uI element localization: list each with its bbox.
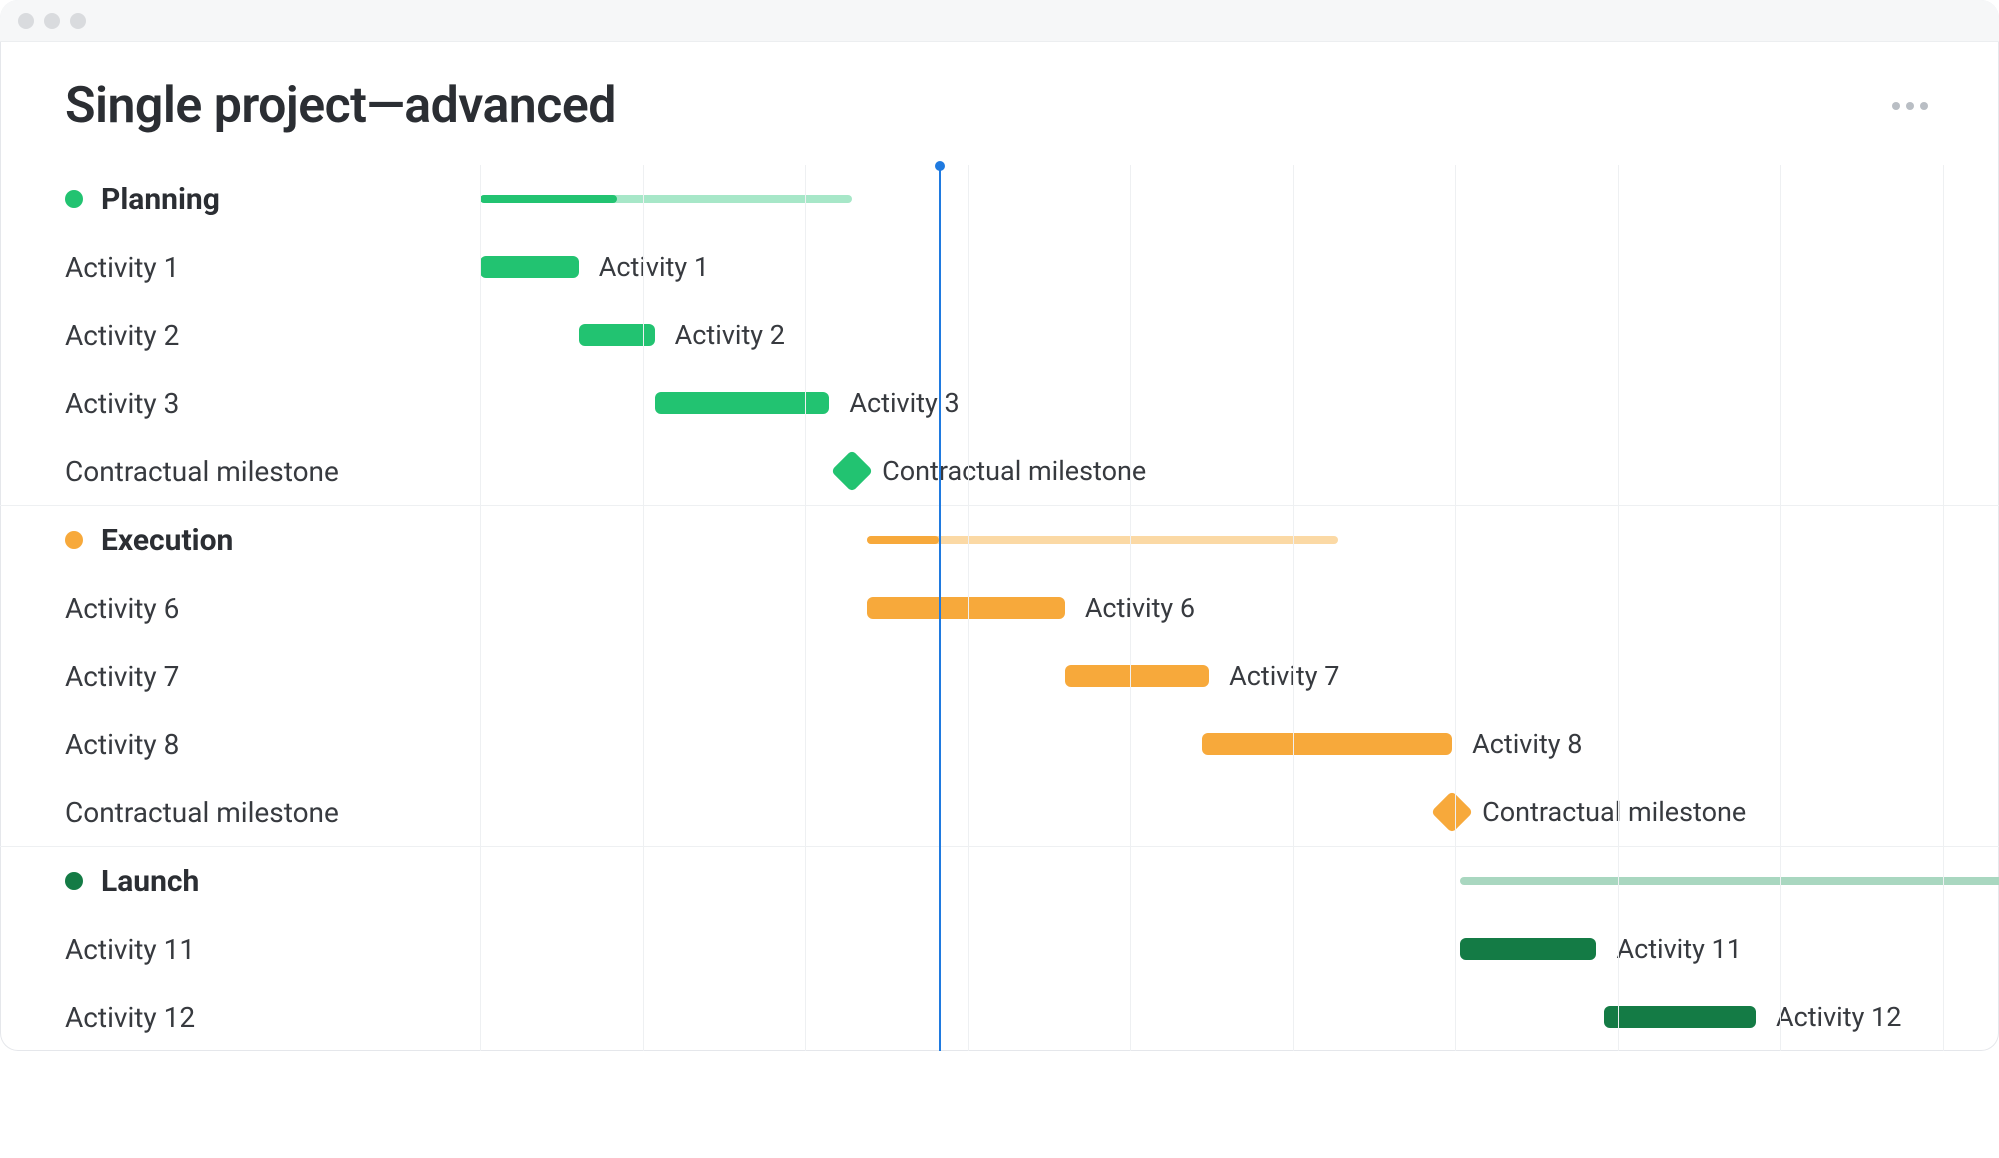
milestone-diamond-icon[interactable] xyxy=(831,450,873,492)
row-track: Contractual milestone xyxy=(480,778,1999,846)
row-track: Activity 11 xyxy=(480,915,1999,983)
row-label: Activity 12 xyxy=(0,1001,480,1034)
app-window: Single project—advanced Planning Activity… xyxy=(0,0,1999,1051)
gantt-row: Contractual milestone Contractual milesto… xyxy=(0,778,1999,846)
row-label: Activity 3 xyxy=(0,387,480,420)
row-label: Contractual milestone xyxy=(0,455,480,488)
more-options-button[interactable] xyxy=(1886,96,1934,116)
summary-progress xyxy=(867,536,938,544)
row-label: Activity 7 xyxy=(0,660,480,693)
row-label-text: Activity 12 xyxy=(65,1001,195,1034)
row-track: Activity 6 xyxy=(480,574,1999,642)
activity-bar-label: Activity 1 xyxy=(599,251,709,283)
row-label: Activity 11 xyxy=(0,933,480,966)
section-header-launch[interactable]: Launch xyxy=(0,847,1999,915)
row-label-text: Activity 3 xyxy=(65,387,179,420)
activity-bar-label: Activity 7 xyxy=(1229,660,1339,692)
ellipsis-dot-icon xyxy=(1906,102,1914,110)
gantt-row: Contractual milestone Contractual milesto… xyxy=(0,437,1999,505)
activity-bar-label: Activity 6 xyxy=(1085,592,1195,624)
row-label-text: Contractual milestone xyxy=(65,796,339,829)
activity-bar[interactable] xyxy=(867,597,1064,619)
row-label-text: Activity 11 xyxy=(65,933,195,966)
row-label-text: Activity 6 xyxy=(65,592,179,625)
activity-bar[interactable] xyxy=(1460,938,1597,960)
section-summary-track xyxy=(480,847,1999,915)
activity-bar-label: Activity 12 xyxy=(1776,1001,1901,1033)
ellipsis-dot-icon xyxy=(1920,102,1928,110)
window-titlebar xyxy=(0,0,1999,42)
row-track: Activity 8 xyxy=(480,710,1999,778)
gantt-row: Activity 12 Activity 12 xyxy=(0,983,1999,1051)
activity-bar-label: Activity 2 xyxy=(675,319,785,351)
row-label-text: Activity 1 xyxy=(65,251,179,284)
section-label: Planning xyxy=(0,182,480,217)
section-summary-track xyxy=(480,506,1999,574)
section-color-dot-icon xyxy=(65,190,83,208)
activity-bar[interactable] xyxy=(1065,665,1209,687)
row-track: Contractual milestone xyxy=(480,437,1999,505)
row-label-text: Activity 7 xyxy=(65,660,179,693)
activity-bar-label: Activity 8 xyxy=(1472,728,1582,760)
activity-bar-label: Activity 11 xyxy=(1616,933,1741,965)
window-close-icon[interactable] xyxy=(18,13,34,29)
row-track: Activity 12 xyxy=(480,983,1999,1051)
activity-bar[interactable] xyxy=(579,324,655,346)
row-label-text: Activity 8 xyxy=(65,728,179,761)
summary-progress xyxy=(480,195,617,203)
section-header-execution[interactable]: Execution xyxy=(0,506,1999,574)
activity-bar-label: Activity 3 xyxy=(849,387,959,419)
page-title: Single project—advanced xyxy=(65,77,616,135)
row-track: Activity 3 xyxy=(480,369,1999,437)
section-color-dot-icon xyxy=(65,872,83,890)
section-color-dot-icon xyxy=(65,531,83,549)
section-label: Execution xyxy=(0,523,480,558)
gantt-section-planning: PlanningActivity 1Activity 1Activity 2Ac… xyxy=(0,165,1999,505)
milestone-diamond-icon[interactable] xyxy=(1431,791,1473,833)
row-track: Activity 2 xyxy=(480,301,1999,369)
activity-bar[interactable] xyxy=(1604,1006,1756,1028)
gantt-row: Activity 2 Activity 2 xyxy=(0,301,1999,369)
gantt-row: Activity 8 Activity 8 xyxy=(0,710,1999,778)
milestone-label: Contractual milestone xyxy=(882,455,1146,487)
section-label: Launch xyxy=(0,864,480,899)
section-summary-track xyxy=(480,165,1999,233)
summary-bar[interactable] xyxy=(1460,877,1999,885)
header: Single project—advanced xyxy=(0,42,1999,165)
gantt-section-launch: LaunchActivity 11Activity 11Activity 12A… xyxy=(0,846,1999,1051)
ellipsis-dot-icon xyxy=(1892,102,1900,110)
activity-bar[interactable] xyxy=(655,392,830,414)
gantt-row: Activity 6 Activity 6 xyxy=(0,574,1999,642)
row-label-text: Contractual milestone xyxy=(65,455,339,488)
section-header-planning[interactable]: Planning xyxy=(0,165,1999,233)
row-track: Activity 1 xyxy=(480,233,1999,301)
activity-bar[interactable] xyxy=(1202,733,1453,755)
gantt-chart: PlanningActivity 1Activity 1Activity 2Ac… xyxy=(0,165,1999,1051)
row-label: Contractual milestone xyxy=(0,796,480,829)
row-label: Activity 6 xyxy=(0,592,480,625)
row-label: Activity 8 xyxy=(0,728,480,761)
window-minimize-icon[interactable] xyxy=(44,13,60,29)
gantt-row: Activity 1 Activity 1 xyxy=(0,233,1999,301)
row-label-text: Activity 2 xyxy=(65,319,179,352)
milestone-label: Contractual milestone xyxy=(1482,796,1746,828)
gantt-row: Activity 3 Activity 3 xyxy=(0,369,1999,437)
gantt-section-execution: ExecutionActivity 6Activity 6Activity 7A… xyxy=(0,505,1999,846)
gantt-row: Activity 11 Activity 11 xyxy=(0,915,1999,983)
activity-bar[interactable] xyxy=(480,256,579,278)
section-name: Planning xyxy=(101,182,220,217)
section-name: Launch xyxy=(101,864,199,899)
window-zoom-icon[interactable] xyxy=(70,13,86,29)
row-label: Activity 2 xyxy=(0,319,480,352)
row-track: Activity 7 xyxy=(480,642,1999,710)
row-label: Activity 1 xyxy=(0,251,480,284)
section-name: Execution xyxy=(101,523,233,558)
gantt-row: Activity 7 Activity 7 xyxy=(0,642,1999,710)
